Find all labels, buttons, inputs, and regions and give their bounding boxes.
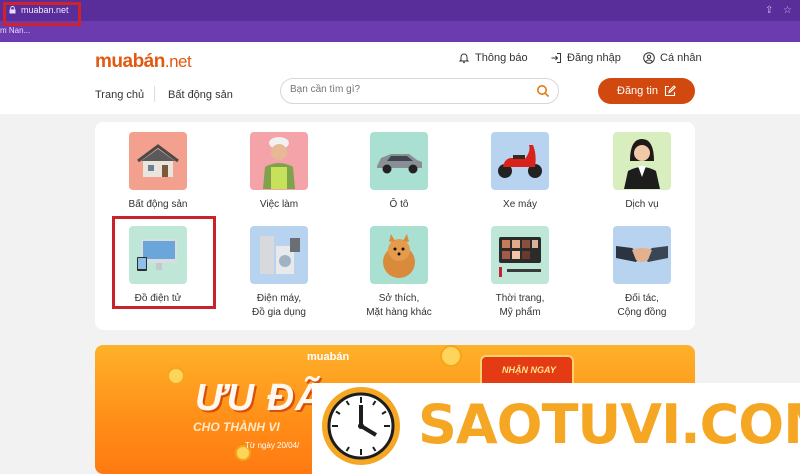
login-link[interactable]: Đăng nhập <box>550 52 621 64</box>
post-listing-button[interactable]: Đăng tin <box>598 78 695 104</box>
category-services[interactable]: Dịch vụ <box>592 132 692 212</box>
category-real-estate[interactable]: Bất động sản <box>108 132 208 212</box>
makeup-palette-icon <box>491 226 549 284</box>
appliance-icon <box>250 226 308 284</box>
category-label: Sở thích, Mặt hàng khác <box>366 293 432 318</box>
category-label: Thời trang, Mỹ phẩm <box>495 293 545 318</box>
nav-divider <box>154 86 155 102</box>
site-logo[interactable]: muabán.net <box>95 51 192 73</box>
user-icon <box>643 52 655 64</box>
category-appliances[interactable]: Điện máy, Đồ gia dụng <box>229 226 329 320</box>
dog-icon <box>370 226 428 284</box>
bookmark-item[interactable]: m Nan... <box>0 26 30 35</box>
car-icon <box>370 132 428 190</box>
browser-chrome: muaban.net ⇪ ☆ m Nan... <box>0 0 800 42</box>
house-icon <box>129 132 187 190</box>
coin-icon <box>440 345 462 367</box>
address-bar[interactable]: muaban.net ⇪ ☆ <box>0 0 800 21</box>
category-label: Dịch vụ <box>625 199 659 210</box>
notifications-link[interactable]: Thông báo <box>458 52 528 64</box>
handshake-icon <box>613 226 671 284</box>
category-label: Xe máy <box>503 199 537 210</box>
category-label: Ô tô <box>389 199 409 210</box>
worker-icon <box>250 132 308 190</box>
category-motorbikes[interactable]: Xe máy <box>470 132 570 212</box>
bell-icon <box>458 53 470 64</box>
banner-date: Từ ngày 20/04/ <box>245 441 300 450</box>
banner-brand: muabán <box>307 351 350 363</box>
nav-home[interactable]: Trang chủ <box>95 89 144 101</box>
category-label: Đối tác, Cộng đồng <box>617 293 667 318</box>
login-icon <box>551 53 561 63</box>
nav-real-estate[interactable]: Bất động sản <box>168 89 233 101</box>
coin-icon <box>167 367 185 385</box>
category-label: Bất động sản <box>128 199 188 210</box>
banner-subtitle: CHO THÀNH VI <box>193 420 280 434</box>
search-icon[interactable] <box>536 84 550 98</box>
search-box[interactable] <box>280 78 559 104</box>
category-hobbies[interactable]: Sở thích, Mặt hàng khác <box>349 226 449 320</box>
category-partners[interactable]: Đối tác, Cộng đồng <box>592 226 692 320</box>
search-input[interactable] <box>290 84 520 95</box>
personal-link[interactable]: Cá nhân <box>643 52 702 64</box>
site-header: muabán.net Thông báo Đăng nhập Cá nhân T… <box>0 42 800 114</box>
electronics-highlight-box <box>112 216 216 309</box>
category-label: Điện máy, Đồ gia dụng <box>252 293 306 318</box>
star-icon[interactable]: ☆ <box>783 5 792 16</box>
url-highlight-box <box>3 2 81 26</box>
category-jobs[interactable]: Việc làm <box>229 132 329 212</box>
edit-icon <box>664 85 676 97</box>
share-icon[interactable]: ⇪ <box>765 5 773 16</box>
watermark-text: SAOTUVI.COM <box>418 393 800 456</box>
category-fashion[interactable]: Thời trang, Mỹ phẩm <box>470 226 570 320</box>
scooter-icon <box>491 132 549 190</box>
clock-icon <box>322 387 400 465</box>
category-cars[interactable]: Ô tô <box>349 132 449 212</box>
category-label: Việc làm <box>259 199 299 210</box>
service-agent-icon <box>613 132 671 190</box>
